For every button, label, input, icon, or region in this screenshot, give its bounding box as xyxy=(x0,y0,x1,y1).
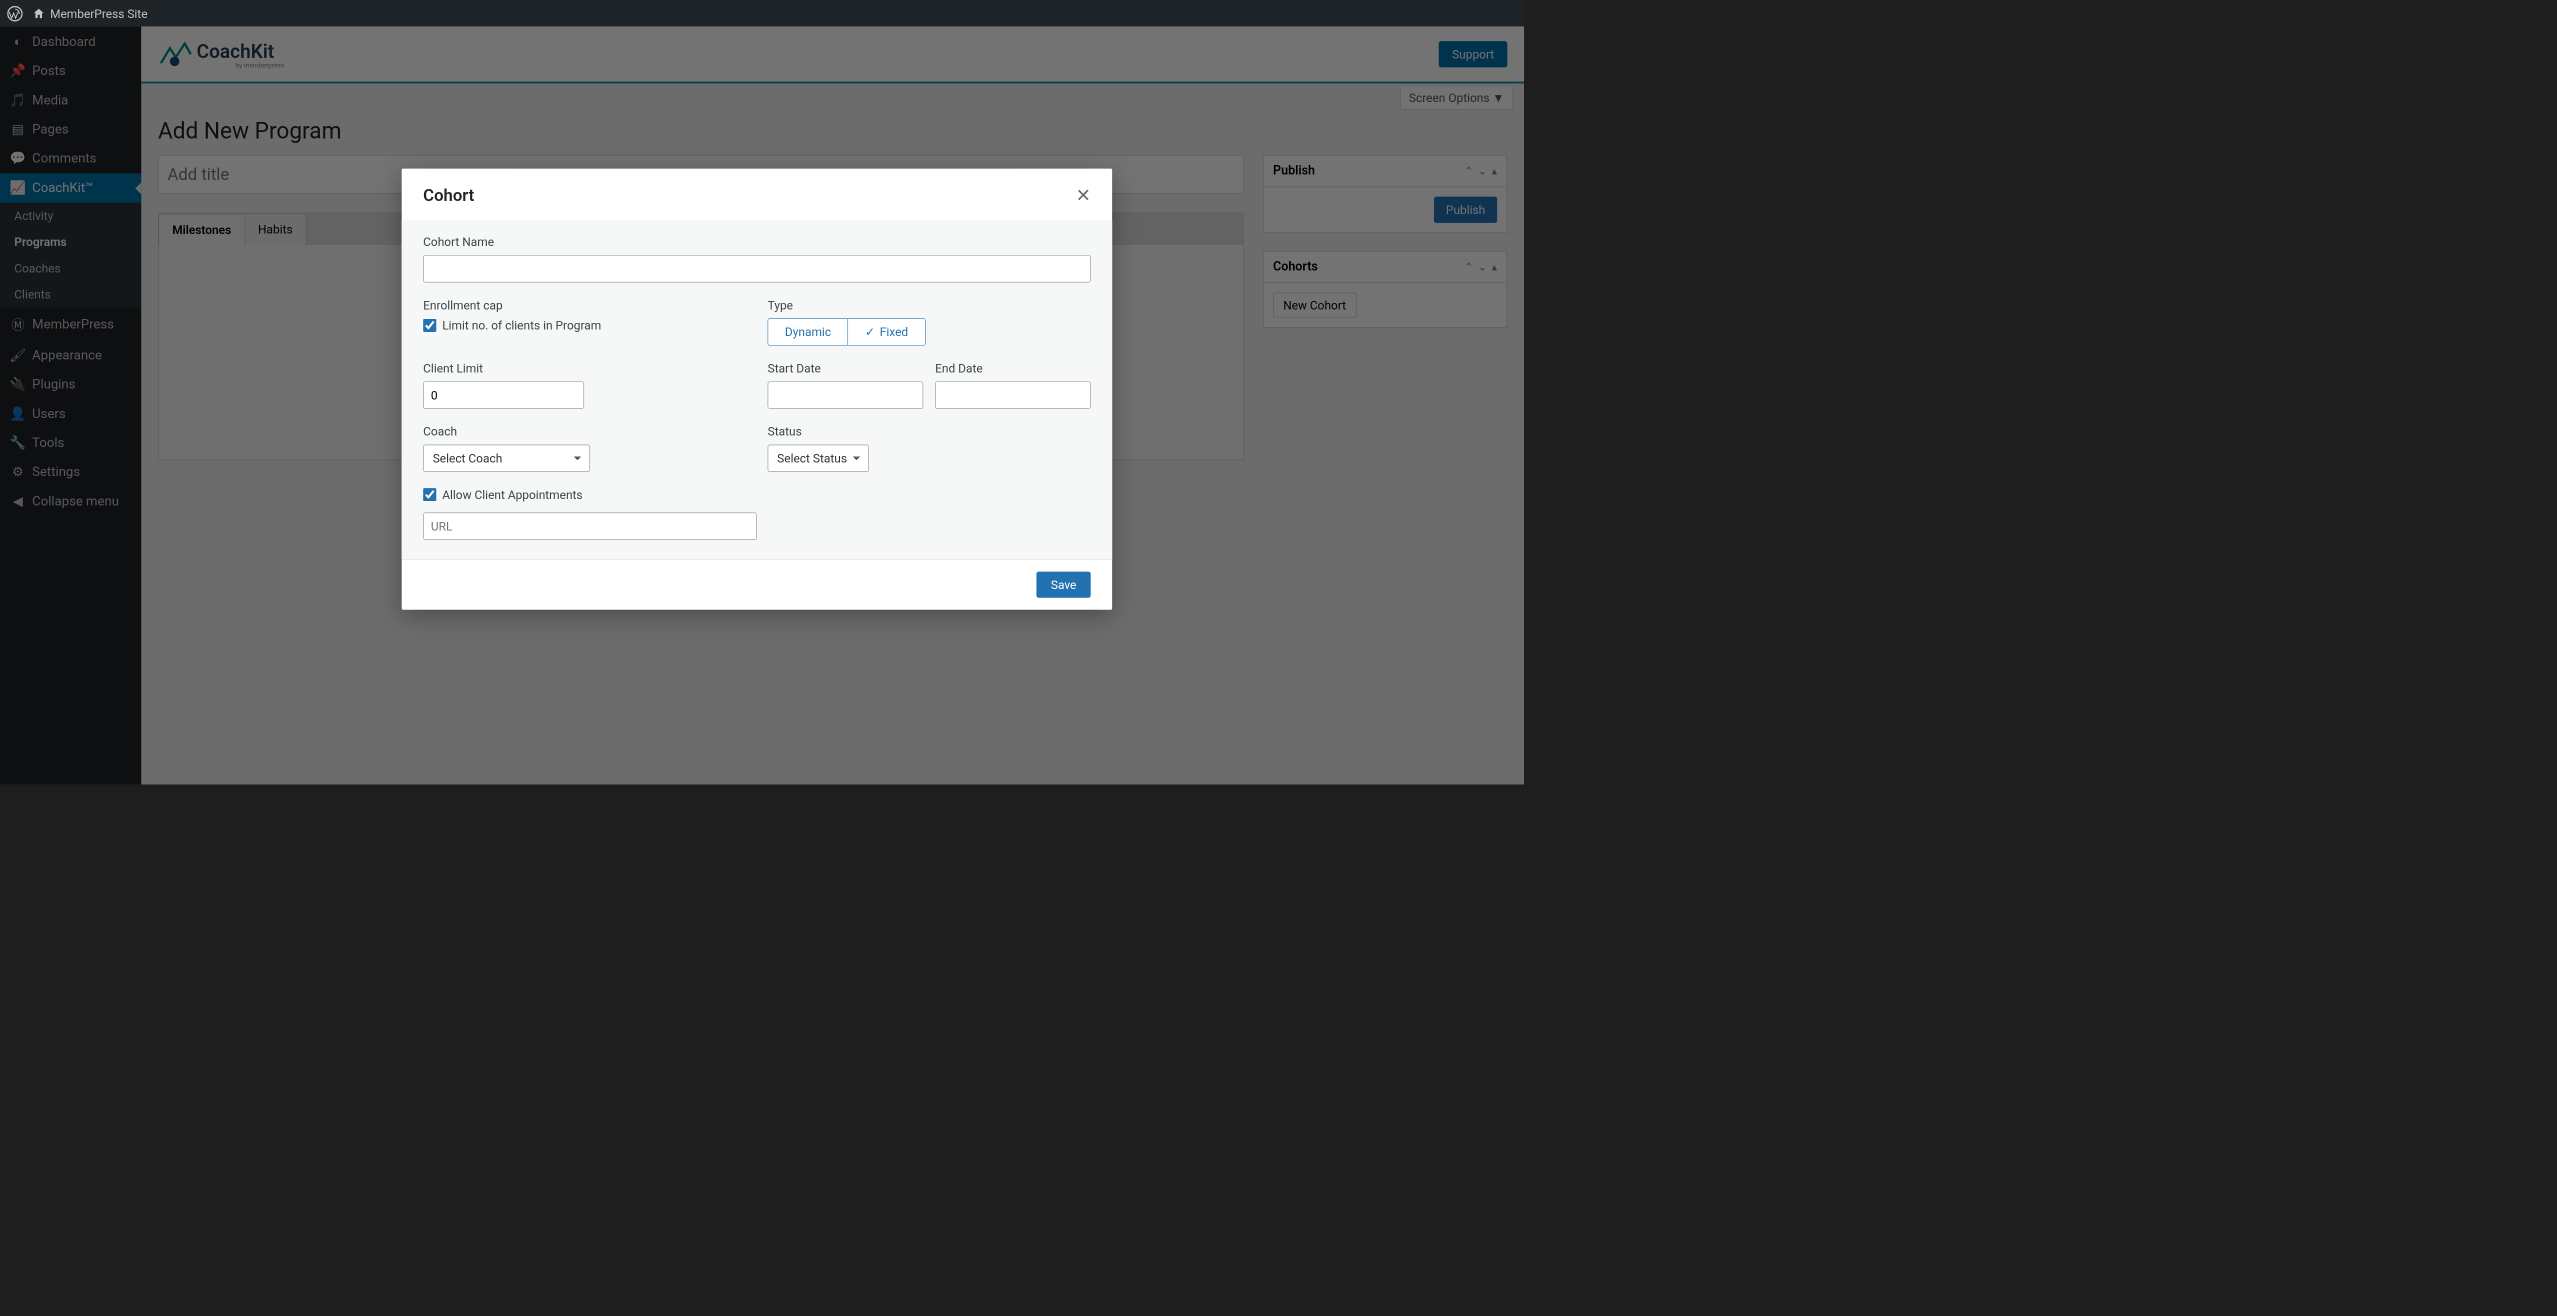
end-date-label: End Date xyxy=(935,361,1091,375)
modal-body: Cohort Name Enrollment cap Limit no. of … xyxy=(402,221,1112,560)
start-date-label: Start Date xyxy=(768,361,924,375)
enrollment-cap-label: Enrollment cap xyxy=(423,298,746,312)
home-icon xyxy=(32,7,45,20)
modal-title: Cohort xyxy=(423,185,474,205)
wp-logo-icon[interactable] xyxy=(7,6,22,21)
check-icon: ✓ xyxy=(865,325,875,339)
type-fixed-button[interactable]: ✓Fixed xyxy=(848,319,924,345)
modal-footer: Save xyxy=(402,559,1112,610)
cohort-name-label: Cohort Name xyxy=(423,235,1091,249)
coach-select[interactable]: Select Coach xyxy=(423,445,590,472)
type-label: Type xyxy=(768,298,1091,312)
site-link[interactable]: MemberPress Site xyxy=(32,6,147,20)
modal-header: Cohort ✕ xyxy=(402,169,1112,207)
client-limit-label: Client Limit xyxy=(423,361,746,375)
site-name: MemberPress Site xyxy=(50,6,147,20)
allow-appts-label: Allow Client Appointments xyxy=(442,488,582,502)
coach-label: Coach xyxy=(423,424,746,438)
start-date-input[interactable] xyxy=(768,381,924,408)
status-label: Status xyxy=(768,424,1091,438)
cohort-name-input[interactable] xyxy=(423,255,1091,282)
close-button[interactable]: ✕ xyxy=(1076,185,1091,206)
limit-checkbox[interactable] xyxy=(423,319,436,332)
status-select[interactable]: Select Status xyxy=(768,445,869,472)
limit-checkbox-label: Limit no. of clients in Program xyxy=(442,318,601,332)
limit-checkbox-row[interactable]: Limit no. of clients in Program xyxy=(423,318,746,332)
allow-appts-row[interactable]: Allow Client Appointments xyxy=(423,488,1091,502)
admin-bar: MemberPress Site xyxy=(0,0,1524,27)
type-dynamic-button[interactable]: Dynamic xyxy=(768,319,848,345)
allow-appts-checkbox[interactable] xyxy=(423,488,436,501)
close-icon: ✕ xyxy=(1076,185,1091,206)
client-limit-input[interactable] xyxy=(423,381,584,408)
save-button[interactable]: Save xyxy=(1037,572,1091,598)
end-date-input[interactable] xyxy=(935,381,1091,408)
type-toggle: Dynamic ✓Fixed xyxy=(768,318,926,345)
cohort-modal: Cohort ✕ Cohort Name Enrollment cap Limi… xyxy=(402,169,1112,610)
url-input[interactable] xyxy=(423,513,757,540)
